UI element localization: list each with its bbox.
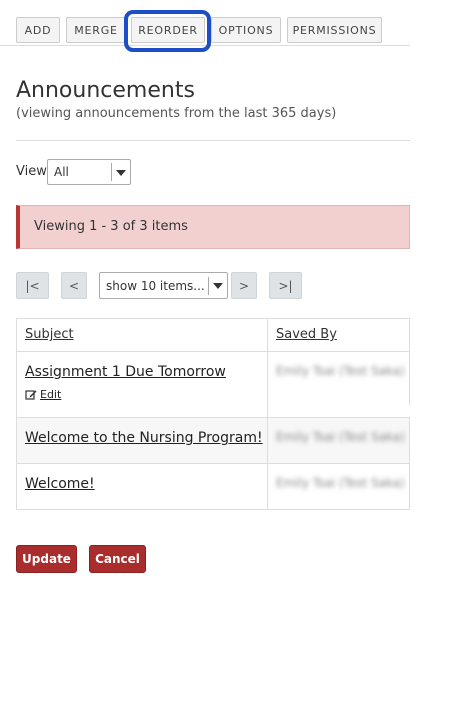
prev-page-button[interactable]: < xyxy=(61,272,87,299)
saved-by-header[interactable]: Saved By xyxy=(267,318,410,352)
table-header-row: Subject Saved By xyxy=(16,318,410,352)
subject-header-label[interactable]: Subject xyxy=(17,319,267,342)
saved-by-cell: Emily Tsai (Test Saka) xyxy=(267,417,410,464)
announcement-link[interactable]: Assignment 1 Due Tomorrow xyxy=(17,352,267,380)
select-divider xyxy=(208,277,209,295)
view-select[interactable]: All xyxy=(47,159,131,185)
merge-button[interactable]: MERGE xyxy=(66,17,126,43)
view-label: View xyxy=(16,164,47,179)
view-select-value: All xyxy=(54,165,69,179)
reorder-highlight xyxy=(124,10,211,52)
saved-by-name: Emily Tsai (Test Saka) xyxy=(276,364,405,378)
page-subtitle: (viewing announcements from the last 365… xyxy=(16,106,337,121)
page-size-select[interactable]: show 10 items... xyxy=(99,272,228,299)
fade-overlay xyxy=(345,405,410,417)
add-button[interactable]: ADD xyxy=(16,17,60,43)
subject-cell: Welcome! xyxy=(16,463,268,510)
page-title: Announcements xyxy=(16,78,195,103)
first-page-button[interactable]: |< xyxy=(16,272,49,299)
saved-by-cell: Emily Tsai (Test Saka) xyxy=(267,463,410,510)
permissions-button[interactable]: PERMISSIONS xyxy=(287,17,382,43)
edit-action[interactable]: Edit xyxy=(17,380,267,401)
saved-by-header-label[interactable]: Saved By xyxy=(268,319,409,342)
divider xyxy=(16,140,410,141)
saved-by-name: Emily Tsai (Test Saka) xyxy=(276,476,405,490)
subject-cell: Assignment 1 Due Tomorrow Edit xyxy=(16,351,268,418)
saved-by-name: Emily Tsai (Test Saka) xyxy=(276,430,405,444)
pencil-square-icon xyxy=(25,389,37,400)
caret-down-icon xyxy=(213,283,223,289)
select-divider xyxy=(111,163,112,181)
alert-text: Viewing 1 - 3 of 3 items xyxy=(34,219,188,234)
update-button[interactable]: Update xyxy=(16,545,77,573)
options-button[interactable]: OPTIONS xyxy=(211,17,281,43)
subject-cell: Welcome to the Nursing Program! xyxy=(16,417,268,464)
edit-link[interactable]: Edit xyxy=(40,388,61,401)
toolbar: ADD MERGE REORDER OPTIONS PERMISSIONS xyxy=(0,0,410,52)
table-row: Welcome to the Nursing Program! Emily Ts… xyxy=(16,417,410,464)
item-count-alert: Viewing 1 - 3 of 3 items xyxy=(16,205,410,249)
cancel-button[interactable]: Cancel xyxy=(89,545,146,573)
table-row: Welcome! Emily Tsai (Test Saka) xyxy=(16,463,410,510)
next-page-button[interactable]: > xyxy=(231,272,257,299)
last-page-button[interactable]: >| xyxy=(269,272,302,299)
page-size-value: show 10 items... xyxy=(106,279,205,293)
announcement-link[interactable]: Welcome! xyxy=(17,464,267,492)
subject-header[interactable]: Subject xyxy=(16,318,268,352)
announcement-link[interactable]: Welcome to the Nursing Program! xyxy=(17,418,267,446)
caret-down-icon xyxy=(116,170,126,176)
